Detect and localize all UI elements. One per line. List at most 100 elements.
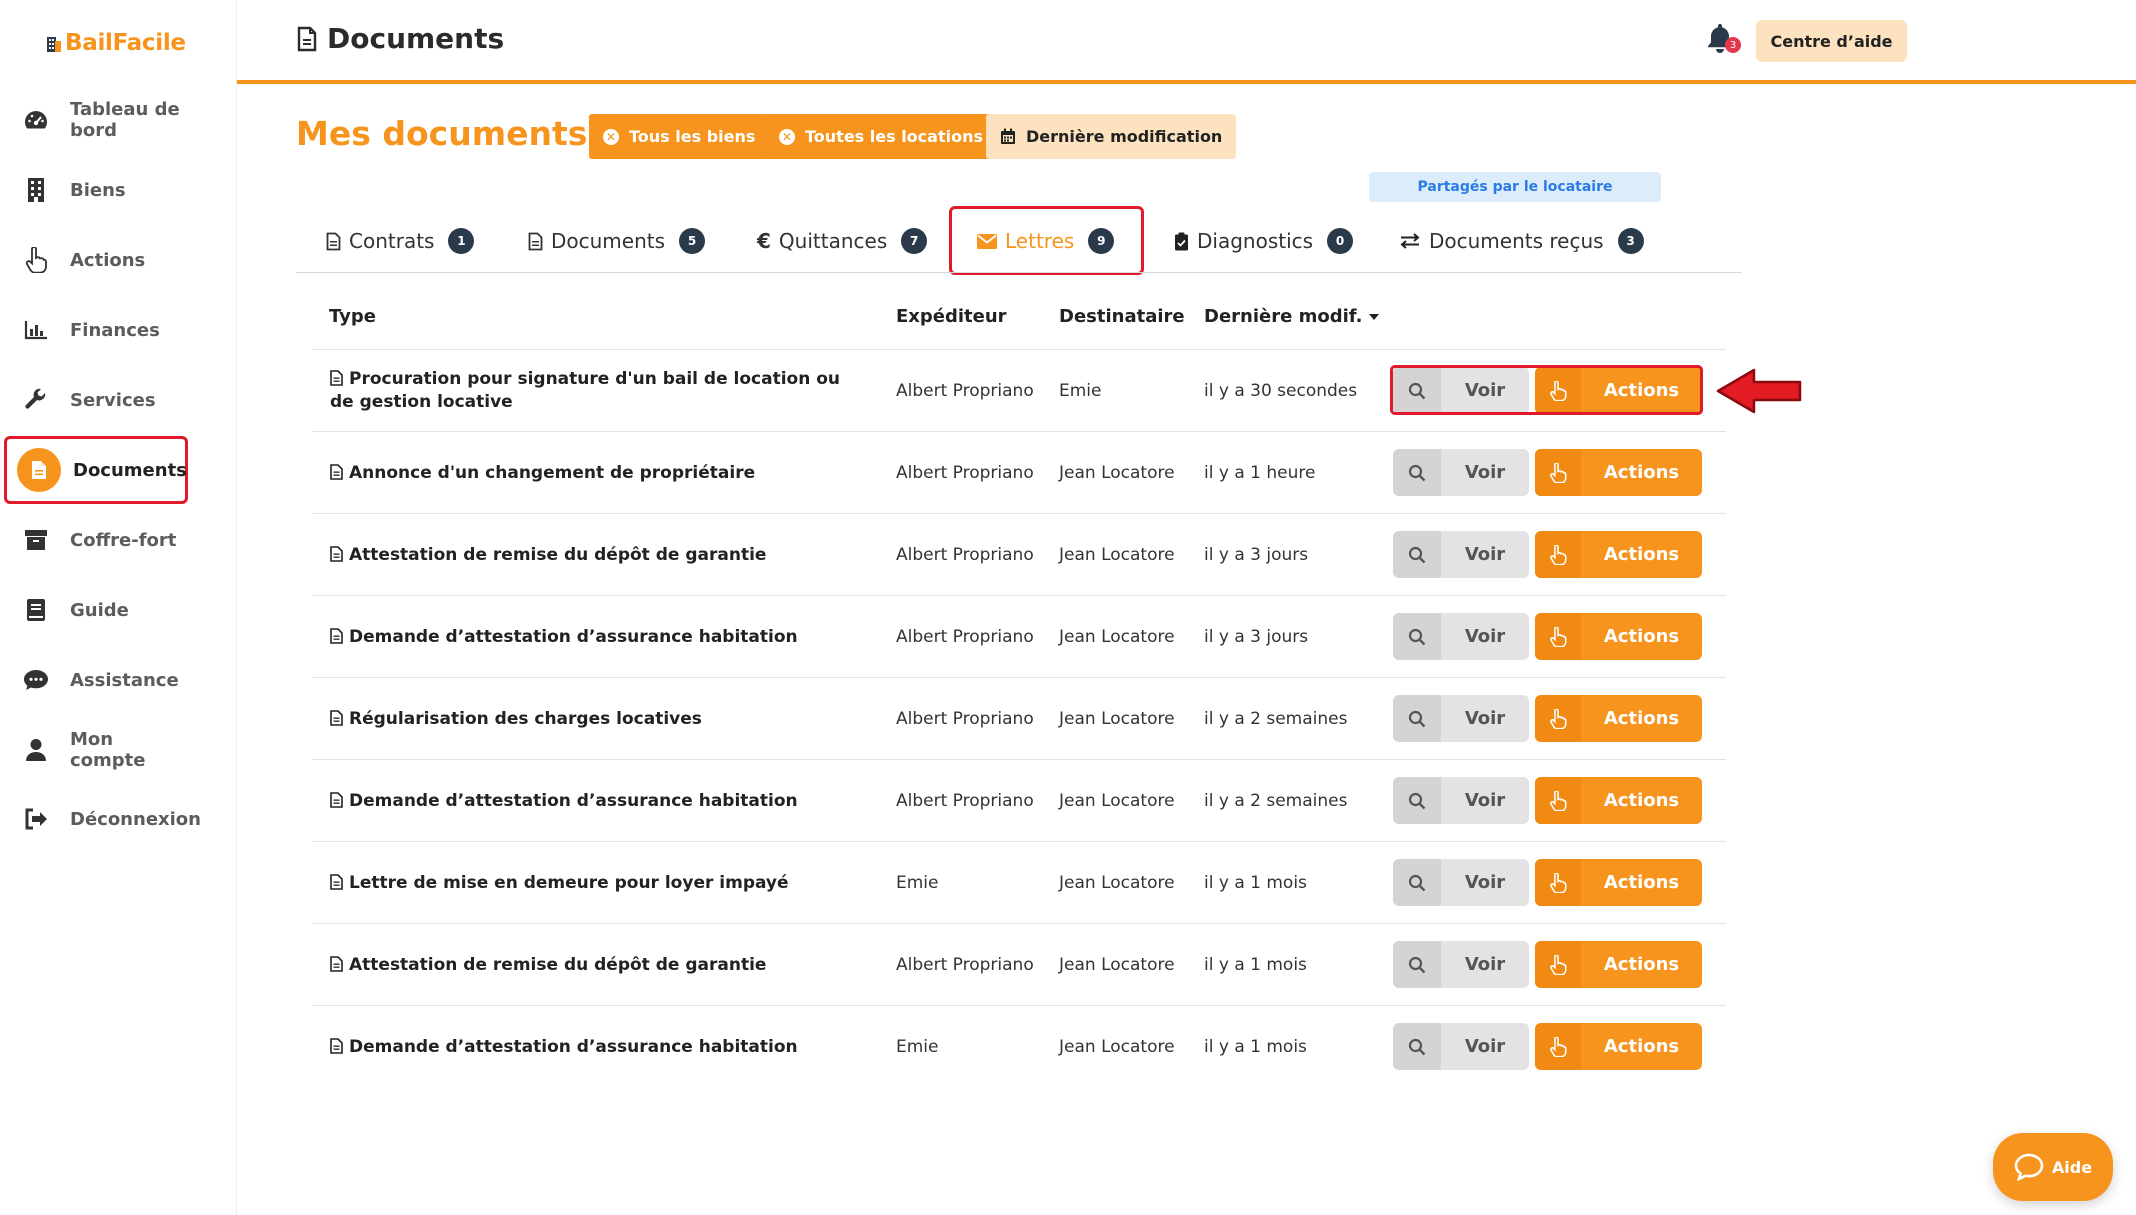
sidebar-item-coffre-fort[interactable]: Coffre-fort — [4, 506, 188, 574]
last-modified-cell: il y a 1 mois — [1204, 1036, 1307, 1057]
document-type-cell: Régularisation des charges locatives — [330, 678, 860, 760]
document-type-cell: Attestation de remise du dépôt de garant… — [330, 924, 860, 1006]
view-button-label: Voir — [1464, 872, 1506, 893]
sidebar-item-deconnexion[interactable]: Déconnexion — [4, 785, 201, 853]
search-icon — [1393, 1023, 1441, 1070]
table-row: Régularisation des charges locatives Albe… — [312, 677, 1726, 759]
actions-button[interactable]: Actions — [1535, 695, 1702, 742]
sidebar-item-label: Guide — [70, 599, 129, 621]
document-type-label: Demande d’attestation d’assurance habita… — [349, 790, 798, 811]
bar-chart-icon — [22, 316, 50, 344]
sidebar-item-finances[interactable]: Finances — [4, 296, 188, 364]
tab-documents-recus[interactable]: Documents reçus 3 — [1399, 220, 1644, 262]
search-icon — [1393, 941, 1441, 988]
sidebar-item-mon-compte[interactable]: Mon compte — [4, 716, 188, 784]
document-type-label: Régularisation des charges locatives — [349, 708, 702, 729]
help-chat-button[interactable]: Aide — [1993, 1133, 2113, 1201]
document-type-label: Attestation de remise du dépôt de garant… — [349, 544, 767, 565]
tab-label: Documents — [551, 229, 666, 253]
file-icon — [330, 955, 343, 972]
sender-cell: Albert Propriano — [896, 626, 1034, 647]
actions-button[interactable]: Actions — [1535, 941, 1702, 988]
archive-box-icon — [22, 526, 50, 554]
tab-documents[interactable]: Documents 5 — [528, 220, 706, 262]
actions-button[interactable]: Actions — [1535, 449, 1702, 496]
document-type-cell: Demande d’attestation d’assurance habita… — [330, 1006, 860, 1088]
tab-diagnostics[interactable]: Diagnostics 0 — [1174, 220, 1354, 262]
search-icon — [1393, 449, 1441, 496]
recipient-cell: Jean Locatore — [1059, 626, 1175, 647]
sender-cell: Emie — [896, 1036, 939, 1057]
view-button[interactable]: Voir — [1393, 941, 1529, 988]
view-button[interactable]: Voir — [1393, 449, 1529, 496]
hand-pointer-icon — [1535, 695, 1581, 742]
sidebar-item-label: Coffre-fort — [70, 529, 177, 551]
close-circle-icon: ✕ — [603, 128, 619, 145]
sidebar-item-guide[interactable]: Guide — [4, 576, 188, 644]
view-button-label: Voir — [1464, 462, 1506, 483]
recipient-cell: Jean Locatore — [1059, 462, 1175, 483]
file-icon — [330, 791, 343, 808]
view-button[interactable]: Voir — [1393, 531, 1529, 578]
caret-down-icon — [1369, 313, 1380, 320]
building-icon — [22, 176, 50, 204]
sidebar-item-label: Assistance — [70, 669, 179, 691]
close-circle-icon: ✕ — [779, 128, 795, 145]
recipient-cell: Jean Locatore — [1059, 1036, 1175, 1057]
filter-label: Dernière modification — [1026, 127, 1223, 146]
view-button[interactable]: Voir — [1393, 695, 1529, 742]
recipient-cell: Jean Locatore — [1059, 872, 1175, 893]
document-type-label: Demande d’attestation d’assurance habita… — [349, 1036, 798, 1057]
sender-cell: Emie — [896, 872, 939, 893]
tab-contrats[interactable]: Contrats 1 — [326, 220, 475, 262]
actions-button[interactable]: Actions — [1535, 1023, 1702, 1070]
view-button[interactable]: Voir — [1393, 777, 1529, 824]
tab-count-badge: 3 — [1617, 228, 1644, 254]
shared-by-tenant-link[interactable]: Partagés par le locataire — [1369, 172, 1661, 202]
actions-button[interactable]: Actions — [1535, 777, 1702, 824]
actions-button[interactable]: Actions — [1535, 531, 1702, 578]
hand-pointer-icon — [1535, 777, 1581, 824]
last-modified-cell: il y a 30 secondes — [1204, 380, 1358, 401]
tab-quittances[interactable]: € Quittances 7 — [757, 220, 928, 262]
tab-label: Documents reçus — [1429, 229, 1604, 253]
tab-label: Diagnostics — [1197, 229, 1314, 253]
exchange-icon — [1400, 233, 1420, 249]
brand-logo[interactable]: BailFacile — [46, 30, 186, 56]
sidebar-item-documents[interactable]: Documents — [4, 436, 188, 504]
view-button-label: Voir — [1464, 790, 1506, 811]
table-row: Demande d’attestation d’assurance habita… — [312, 759, 1726, 841]
file-icon — [528, 232, 543, 250]
filter-all-rentals-button[interactable]: ✕ Toutes les locations — [765, 114, 997, 159]
document-type-label: Procuration pour signature d'un bail de … — [330, 369, 841, 412]
column-header-last-modified[interactable]: Dernière modif. — [1204, 306, 1380, 327]
tab-label: Quittances — [778, 229, 888, 253]
document-type-label: Annonce d'un changement de propriétaire — [349, 462, 756, 483]
actions-button[interactable]: Actions — [1535, 859, 1702, 906]
hand-pointer-icon — [1535, 859, 1581, 906]
last-modified-cell: il y a 2 semaines — [1204, 708, 1348, 729]
search-icon — [1393, 859, 1441, 906]
actions-button-label: Actions — [1603, 544, 1680, 565]
sidebar-item-tableau-de-bord[interactable]: Tableau de bord — [4, 86, 188, 154]
view-button[interactable]: Voir — [1393, 613, 1529, 660]
view-button[interactable]: Voir — [1393, 859, 1529, 906]
sidebar-item-services[interactable]: Services — [4, 366, 188, 434]
last-modified-cell: il y a 3 jours — [1204, 626, 1309, 647]
help-center-button[interactable]: Centre d’aide — [1756, 20, 1907, 62]
book-icon — [22, 596, 50, 624]
hand-pointer-icon — [1535, 613, 1581, 660]
sidebar-item-actions[interactable]: Actions — [4, 226, 188, 294]
view-button[interactable]: Voir — [1393, 1023, 1529, 1070]
filter-all-properties-button[interactable]: ✕ Tous les biens — [589, 114, 770, 159]
sender-cell: Albert Propriano — [896, 462, 1034, 483]
recipient-cell: Jean Locatore — [1059, 790, 1175, 811]
actions-button[interactable]: Actions — [1535, 613, 1702, 660]
sidebar-item-biens[interactable]: Biens — [4, 156, 188, 224]
column-header-recipient: Destinataire — [1059, 306, 1185, 327]
recipient-cell: Jean Locatore — [1059, 954, 1175, 975]
sidebar-item-assistance[interactable]: Assistance — [4, 646, 188, 714]
sort-last-modified-button[interactable]: Dernière modification — [986, 114, 1237, 159]
actions-button-label: Actions — [1603, 708, 1680, 729]
page-title: Documents — [297, 22, 504, 55]
